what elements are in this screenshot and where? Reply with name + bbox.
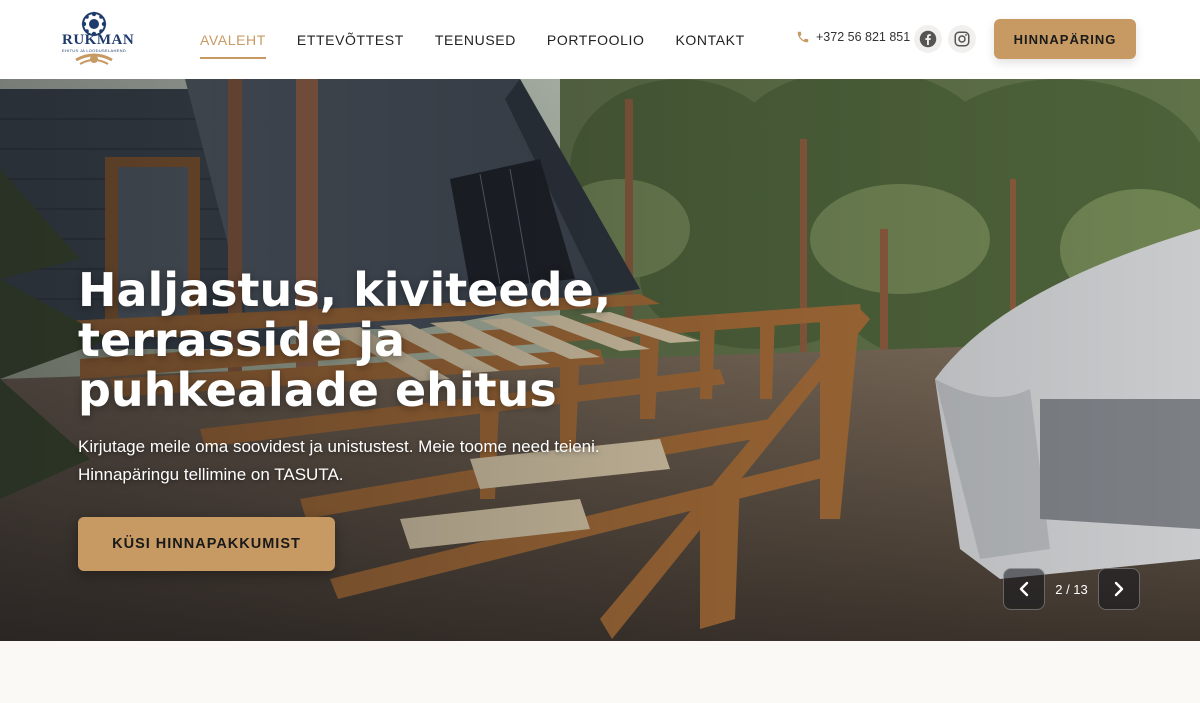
facebook-icon — [919, 30, 937, 48]
chevron-left-icon — [1019, 581, 1029, 597]
slider-next-button[interactable] — [1098, 568, 1140, 610]
slide-counter: 2 / 13 — [1055, 581, 1088, 597]
next-section — [0, 641, 1200, 703]
site-header: RUKMAN EHITUS JA LOODUSELAHENDUSED AVALE… — [0, 0, 1200, 79]
hero-subtitle: Kirjutage meile oma soovidest ja unistus… — [78, 433, 698, 489]
hero-subtitle-line-2: Hinnapäringu tellimine on TASUTA. — [78, 465, 344, 484]
phone-icon — [797, 31, 809, 43]
instagram-icon — [954, 31, 970, 47]
site-logo[interactable]: RUKMAN EHITUS JA LOODUSELAHENDUSED — [62, 10, 135, 68]
facebook-link[interactable] — [914, 25, 942, 53]
request-quote-button[interactable]: KÜSI HINNAPAKKUMIST — [78, 517, 335, 571]
hero-subtitle-line-1: Kirjutage meile oma soovidest ja unistus… — [78, 437, 600, 456]
logo-wordmark: RUKMAN — [62, 32, 135, 48]
slider-prev-button[interactable] — [1003, 568, 1045, 610]
nav-item-teenused[interactable]: TEENUSED — [435, 0, 516, 79]
main-nav: AVALEHT ETTEVÕTTEST TEENUSED PORTFOOLIO … — [200, 0, 776, 79]
phone-number: +372 56 821 851 — [816, 30, 911, 44]
hero-slider: Haljastus, kiviteede, terrasside ja puhk… — [0, 79, 1200, 641]
phone-link[interactable]: +372 56 821 851 — [796, 30, 910, 44]
chevron-right-icon — [1114, 581, 1124, 597]
nav-item-portfoolio[interactable]: PORTFOOLIO — [547, 0, 645, 79]
hero-title: Haljastus, kiviteede, terrasside ja puhk… — [78, 263, 612, 417]
nav-item-ettevottest[interactable]: ETTEVÕTTEST — [297, 0, 404, 79]
nav-item-avaleht[interactable]: AVALEHT — [200, 0, 266, 79]
instagram-link[interactable] — [948, 25, 976, 53]
slider-controls: 2 / 13 — [1003, 568, 1140, 610]
nav-item-kontakt[interactable]: KONTAKT — [675, 0, 744, 79]
price-request-button[interactable]: HINNAPÄRING — [994, 19, 1136, 59]
logo-tagline: EHITUS JA LOODUSELAHENDUSED — [62, 48, 126, 53]
